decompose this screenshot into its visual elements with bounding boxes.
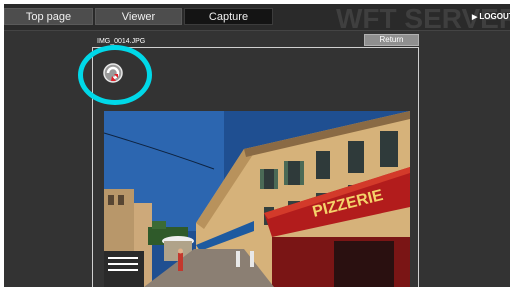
logout-link[interactable]: ▶LOGOUT xyxy=(472,12,510,21)
tab-viewer[interactable]: Viewer xyxy=(95,8,182,25)
header-divider xyxy=(4,30,510,31)
captured-photo: PIZZERIE xyxy=(104,111,410,287)
tab-top-page[interactable]: Top page xyxy=(4,8,93,25)
logout-arrow-icon: ▶ xyxy=(472,14,478,21)
return-button[interactable]: Return xyxy=(364,34,419,46)
top-navigation-bar: Top page Viewer Capture WFT SERVER ▶ LOGO… xyxy=(4,4,510,33)
camera-capture-icon[interactable] xyxy=(102,62,124,84)
logout-label: LOGOUT xyxy=(479,12,510,21)
file-name: IMG_0014.JPG xyxy=(97,38,146,45)
tab-capture[interactable]: Capture xyxy=(184,8,273,25)
